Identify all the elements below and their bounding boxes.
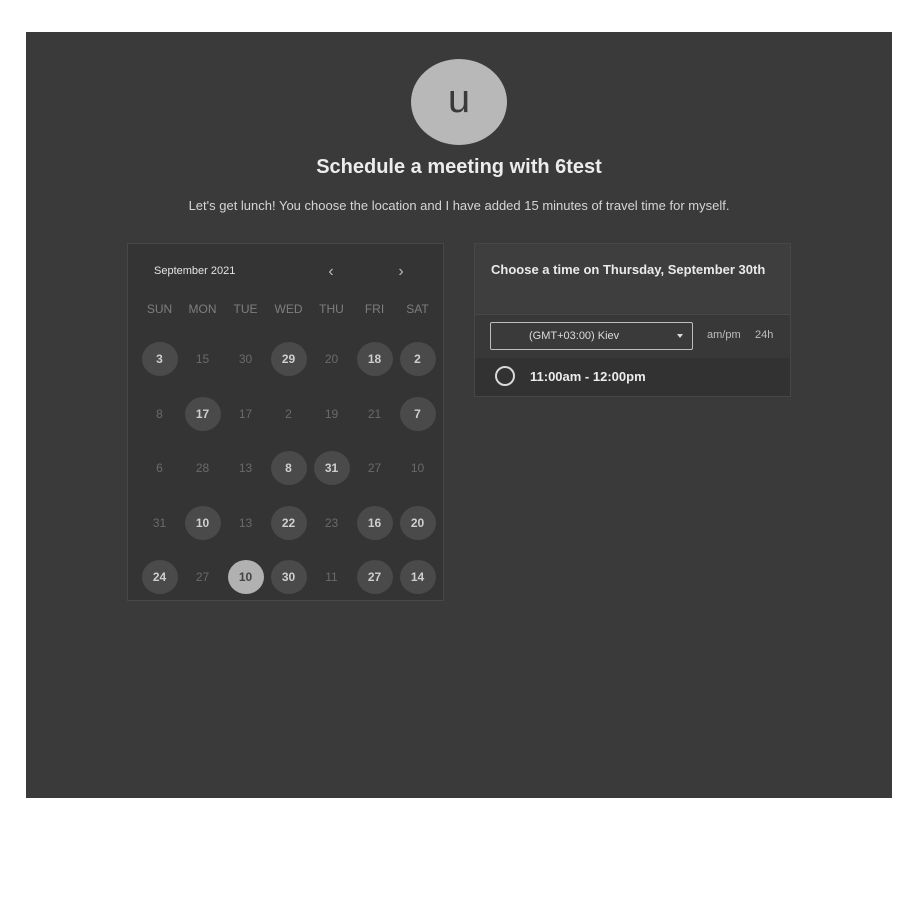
calendar-day-cell: 2 bbox=[396, 332, 439, 387]
calendar-day[interactable]: 29 bbox=[270, 342, 307, 377]
calendar-day-cell: 23 bbox=[310, 496, 353, 551]
calendar-day[interactable]: 8 bbox=[270, 451, 307, 486]
calendar-day: 13 bbox=[238, 515, 253, 530]
calendar-day[interactable]: 30 bbox=[270, 560, 307, 595]
calendar-day[interactable]: 22 bbox=[270, 505, 307, 540]
calendar-day-cell: 13 bbox=[224, 496, 267, 551]
weekday-label: TUE bbox=[233, 302, 258, 316]
calendar-day-cell: 28 bbox=[181, 441, 224, 496]
calendar-day[interactable]: 16 bbox=[356, 505, 393, 540]
calendar-day-cell: 31 bbox=[138, 496, 181, 551]
calendar-day-cell: 10 bbox=[396, 441, 439, 496]
calendar-day: 23 bbox=[324, 515, 339, 530]
calendar-day-cell: 16 bbox=[353, 496, 396, 551]
chevron-right-icon[interactable]: › bbox=[391, 262, 411, 282]
page-title: Schedule a meeting with 6test bbox=[316, 156, 602, 178]
calendar-day: 6 bbox=[156, 461, 163, 476]
calendar-day-cell: 14 bbox=[396, 550, 439, 605]
calendar-day-cell: 7 bbox=[396, 387, 439, 442]
calendar-day-cell: 21 bbox=[353, 387, 396, 442]
calendar-month-label: September 2021 bbox=[154, 265, 236, 277]
calendar-day-cell: 8 bbox=[267, 441, 310, 496]
calendar-day-cell: 15 bbox=[181, 332, 224, 387]
weekday-label: THU bbox=[319, 302, 344, 316]
calendar-day-cell: 27 bbox=[353, 550, 396, 605]
calendar-day-cell: 2 bbox=[267, 387, 310, 442]
calendar-day: 30 bbox=[238, 352, 253, 367]
weekday-label: FRI bbox=[364, 302, 385, 316]
calendar-day: 15 bbox=[195, 352, 210, 367]
calendar-day: 31 bbox=[152, 515, 167, 530]
calendar-day-cell: 29 bbox=[267, 332, 310, 387]
calendar-day: 21 bbox=[367, 406, 382, 421]
scheduler-panel: u Schedule a meeting with 6test Let's ge… bbox=[26, 32, 892, 798]
calendar-day-cell: 11 bbox=[310, 550, 353, 605]
calendar-day[interactable]: 7 bbox=[399, 396, 436, 431]
calendar-day[interactable]: 31 bbox=[313, 451, 350, 486]
radio-circle-icon[interactable] bbox=[495, 366, 515, 386]
calendar-day-cell: 10 bbox=[181, 496, 224, 551]
calendar-day: 10 bbox=[410, 461, 425, 476]
calendar-day[interactable]: 20 bbox=[399, 505, 436, 540]
calendar-day[interactable]: 27 bbox=[356, 560, 393, 595]
calendar-day: 11 bbox=[325, 570, 338, 585]
weekday-label: SUN bbox=[146, 302, 173, 316]
calendar-day: 13 bbox=[238, 461, 253, 476]
calendar-day-cell: 27 bbox=[353, 441, 396, 496]
calendar-day-cell: 17 bbox=[181, 387, 224, 442]
time-picker-header: Choose a time on Thursday, September 30t… bbox=[475, 244, 790, 315]
calendar-day-cell: 6 bbox=[138, 441, 181, 496]
time-format-ampm-toggle[interactable]: am/pm bbox=[707, 329, 741, 341]
calendar-day[interactable]: 2 bbox=[399, 342, 436, 377]
calendar-day: 28 bbox=[195, 461, 210, 476]
time-slot-option[interactable]: 11:00am - 12:00pm bbox=[475, 358, 790, 396]
calendar-day[interactable]: 3 bbox=[141, 342, 178, 377]
time-format-24h-toggle[interactable]: 24h bbox=[755, 329, 773, 341]
calendar-day-cell: 30 bbox=[267, 550, 310, 605]
calendar-day-cell: 20 bbox=[396, 496, 439, 551]
calendar-day-cell: 17 bbox=[224, 387, 267, 442]
calendar-day: 27 bbox=[367, 461, 382, 476]
calendar-day-cell: 18 bbox=[353, 332, 396, 387]
calendar-day-cell: 8 bbox=[138, 387, 181, 442]
calendar-day-cell: 22 bbox=[267, 496, 310, 551]
time-slot-label: 11:00am - 12:00pm bbox=[530, 369, 646, 384]
calendar-day-cell: 30 bbox=[224, 332, 267, 387]
calendar-day[interactable]: 14 bbox=[399, 560, 436, 595]
calendar-day: 2 bbox=[285, 406, 292, 421]
calendar-days-grid: 3 15 30 29 20 18 2 8 17 17 2 19 21 7 6 28 13 8 31 27 10 31 10 1… bbox=[138, 332, 439, 605]
calendar-day: 17 bbox=[238, 406, 253, 421]
calendar-day-cell: 20 bbox=[310, 332, 353, 387]
calendar-day[interactable]: 10 bbox=[184, 505, 221, 540]
calendar-day-cell: 24 bbox=[138, 550, 181, 605]
calendar-day: 27 bbox=[195, 570, 210, 585]
calendar-day[interactable]: 24 bbox=[141, 560, 178, 595]
calendar-day[interactable]: 18 bbox=[356, 342, 393, 377]
time-picker-title: Choose a time on Thursday, September 30t… bbox=[491, 262, 766, 277]
calendar-day[interactable]: 17 bbox=[184, 396, 221, 431]
calendar-weekday-header: SUN MON TUE WED THU FRI SAT bbox=[138, 302, 439, 316]
calendar: September 2021 ‹ › SUN MON TUE WED THU F… bbox=[127, 243, 444, 601]
timezone-value: (GMT+03:00) Kiev bbox=[529, 330, 620, 342]
calendar-day-cell: 13 bbox=[224, 441, 267, 496]
calendar-day: 19 bbox=[324, 406, 339, 421]
caret-down-icon bbox=[677, 334, 683, 338]
calendar-day-cell: 3 bbox=[138, 332, 181, 387]
weekday-label: SAT bbox=[406, 302, 429, 316]
calendar-day-selected[interactable]: 10 bbox=[227, 560, 264, 595]
calendar-day: 8 bbox=[156, 406, 163, 421]
chevron-left-icon[interactable]: ‹ bbox=[321, 262, 341, 282]
weekday-label: WED bbox=[274, 302, 303, 316]
weekday-label: MON bbox=[188, 302, 217, 316]
calendar-day-cell: 27 bbox=[181, 550, 224, 605]
calendar-day-cell: 19 bbox=[310, 387, 353, 442]
avatar: u bbox=[411, 59, 507, 145]
calendar-day-cell: 31 bbox=[310, 441, 353, 496]
calendar-day-cell: 10 bbox=[224, 550, 267, 605]
calendar-day: 20 bbox=[324, 352, 339, 367]
timezone-select[interactable]: (GMT+03:00) Kiev bbox=[490, 322, 693, 350]
time-picker: Choose a time on Thursday, September 30t… bbox=[474, 243, 791, 397]
meeting-description: Let's get lunch! You choose the location… bbox=[188, 198, 730, 213]
